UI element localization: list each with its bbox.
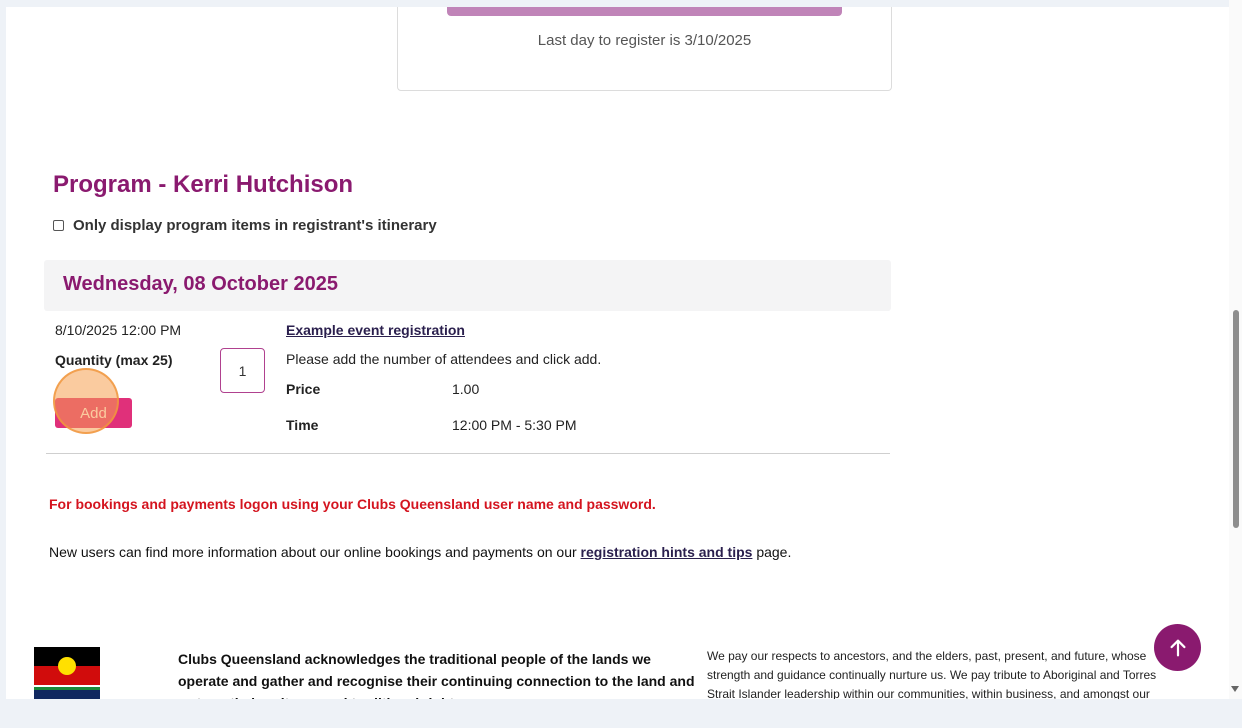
scrollbar-thumb[interactable] — [1233, 310, 1239, 528]
program-title: Program - Kerri Hutchison — [53, 171, 354, 198]
divider — [46, 453, 890, 454]
add-button[interactable]: Add — [55, 398, 132, 428]
respects-text: We pay our respects to ancestors, and th… — [707, 649, 1157, 699]
scrollbar[interactable] — [1229, 0, 1242, 699]
new-users-info: New users can find more information abou… — [49, 544, 791, 560]
itinerary-filter-label: Only display program items in registrant… — [73, 217, 437, 234]
quantity-label: Quantity (max 25) — [55, 352, 173, 368]
quantity-input[interactable]: 1 — [220, 348, 265, 393]
arrow-up-icon — [1169, 639, 1186, 656]
torres-strait-flag-icon — [34, 687, 100, 699]
event-datetime: 8/10/2025 12:00 PM — [55, 322, 182, 338]
time-value: 12:00 PM - 5:30 PM — [452, 417, 577, 433]
price-label: Price — [286, 381, 321, 397]
time-label: Time — [286, 417, 319, 433]
new-users-suffix: page. — [752, 544, 792, 560]
scroll-to-top-button[interactable] — [1154, 624, 1201, 671]
new-users-text: New users can find more information abou… — [49, 544, 581, 560]
event-description: Please add the number of attendees and c… — [286, 351, 602, 367]
aboriginal-flag-icon — [34, 647, 100, 685]
price-value: 1.00 — [452, 381, 480, 397]
scroll-down-arrow-icon[interactable] — [1231, 686, 1239, 692]
last-day-note: Last day to register is 3/10/2025 — [537, 32, 752, 49]
registration-hints-link[interactable]: registration hints and tips — [581, 544, 753, 560]
day-header: Wednesday, 08 October 2025 — [44, 260, 891, 311]
acknowledgement-text: Clubs Queensland acknowledges the tradit… — [178, 651, 695, 699]
itinerary-filter[interactable]: Only display program items in registrant… — [53, 217, 437, 234]
itinerary-filter-checkbox[interactable] — [53, 220, 64, 231]
day-heading: Wednesday, 08 October 2025 — [63, 273, 338, 295]
register-button-edge[interactable] — [447, 7, 842, 16]
registration-card: Last day to register is 3/10/2025 — [397, 7, 892, 91]
page-viewport: Last day to register is 3/10/2025 Progra… — [6, 7, 1229, 699]
logon-notice: For bookings and payments logon using yo… — [49, 496, 656, 512]
event-title-link[interactable]: Example event registration — [286, 322, 465, 338]
